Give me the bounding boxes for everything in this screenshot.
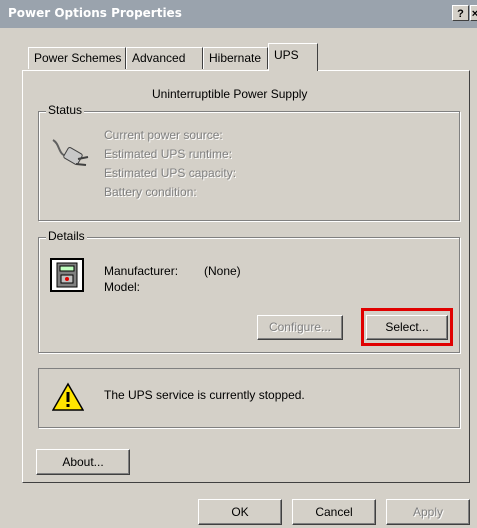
tab-ups[interactable]: UPS bbox=[268, 43, 318, 71]
help-button[interactable]: ? bbox=[452, 5, 469, 21]
status-estimated-runtime: Estimated UPS runtime: bbox=[104, 147, 233, 161]
apply-button-label: Apply bbox=[412, 505, 444, 519]
configure-button[interactable]: Configure... bbox=[257, 315, 343, 340]
status-current-power-source: Current power source: bbox=[104, 128, 223, 142]
warning-icon bbox=[51, 382, 85, 412]
tab-hibernate[interactable]: Hibernate bbox=[203, 47, 268, 69]
configure-button-label: Configure... bbox=[268, 320, 332, 334]
details-group-label: Details bbox=[46, 229, 87, 243]
tab-advanced[interactable]: Advanced bbox=[126, 47, 203, 69]
about-button[interactable]: About... bbox=[36, 449, 130, 475]
apply-button[interactable]: Apply bbox=[386, 499, 470, 525]
cancel-button[interactable]: Cancel bbox=[292, 499, 376, 525]
close-button[interactable]: × bbox=[470, 5, 477, 21]
select-button[interactable]: Select... bbox=[366, 315, 448, 340]
select-button-label: Select... bbox=[385, 320, 429, 334]
status-group-label: Status bbox=[46, 103, 85, 117]
status-battery-condition: Battery condition: bbox=[104, 185, 197, 199]
tab-power-schemes[interactable]: Power Schemes bbox=[28, 47, 126, 69]
status-estimated-capacity: Estimated UPS capacity: bbox=[104, 166, 237, 180]
ups-device-icon bbox=[50, 258, 84, 292]
service-status-message: The UPS service is currently stopped. bbox=[104, 388, 305, 402]
power-plug-icon bbox=[50, 136, 94, 170]
manufacturer-label: Manufacturer: bbox=[104, 264, 179, 278]
status-group bbox=[38, 111, 460, 221]
ups-heading: Uninterruptible Power Supply bbox=[152, 87, 308, 101]
ok-button[interactable]: OK bbox=[198, 499, 282, 525]
window-title: Power Options Properties bbox=[8, 6, 182, 20]
model-label: Model: bbox=[104, 280, 141, 294]
manufacturer-value: (None) bbox=[204, 264, 241, 278]
